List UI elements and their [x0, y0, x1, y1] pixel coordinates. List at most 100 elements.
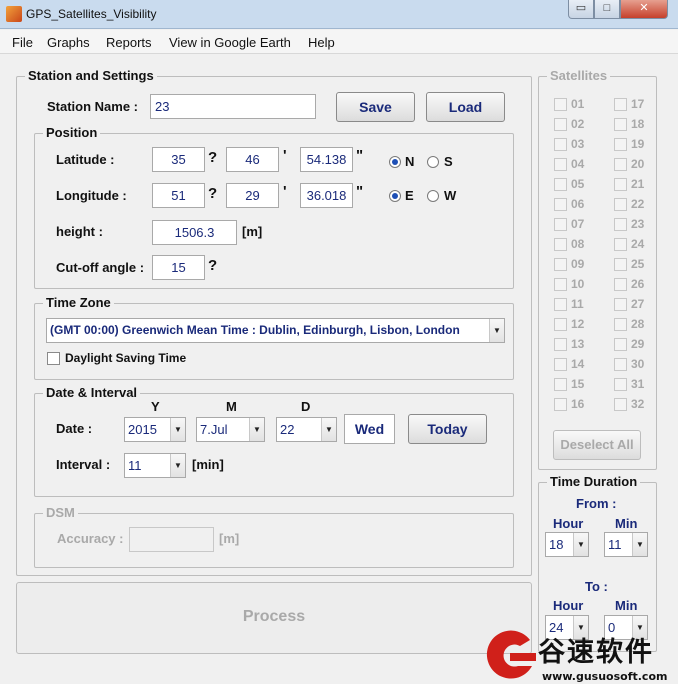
chevron-down-icon: ▼ — [249, 418, 264, 441]
title-bar: GPS_Satellites_Visibility ▭ □ ✕ — [0, 0, 678, 29]
satellite-checkbox-22[interactable] — [614, 198, 627, 211]
logo-g-icon — [486, 630, 536, 679]
latitude-seconds-input[interactable]: 54.138 — [300, 147, 353, 172]
menu-view-google-earth[interactable]: View in Google Earth — [169, 35, 291, 50]
satellite-checkbox-16[interactable] — [554, 398, 567, 411]
satellite-checkbox-19[interactable] — [614, 138, 627, 151]
menu-graphs[interactable]: Graphs — [47, 35, 90, 50]
satellite-label-22: 22 — [631, 197, 645, 211]
satellite-checkbox-28[interactable] — [614, 318, 627, 331]
chevron-down-icon: ▼ — [489, 319, 504, 342]
load-button[interactable]: Load — [426, 92, 505, 122]
maximize-button[interactable]: □ — [594, 0, 620, 19]
chevron-down-icon: ▼ — [573, 533, 588, 556]
satellite-checkbox-02[interactable] — [554, 118, 567, 131]
latitude-minutes-input[interactable]: 46 — [226, 147, 279, 172]
satellite-label-26: 26 — [631, 277, 645, 291]
satellite-checkbox-08[interactable] — [554, 238, 567, 251]
longitude-seconds-input[interactable]: 36.018 — [300, 183, 353, 208]
save-button[interactable]: Save — [336, 92, 415, 122]
close-button[interactable]: ✕ — [620, 0, 668, 19]
month-value: 7.Jul — [200, 422, 228, 437]
satellite-checkbox-11[interactable] — [554, 298, 567, 311]
satellite-checkbox-31[interactable] — [614, 378, 627, 391]
day-value: 22 — [280, 422, 295, 437]
longitude-minutes-input[interactable]: 29 — [226, 183, 279, 208]
time-zone-select[interactable]: (GMT 00:00) Greenwich Mean Time : Dublin… — [46, 318, 505, 343]
latitude-degrees-input[interactable]: 35 — [152, 147, 205, 172]
process-label: Process — [242, 608, 306, 625]
satellite-checkbox-03[interactable] — [554, 138, 567, 151]
satellite-checkbox-18[interactable] — [614, 118, 627, 131]
date-label: Date : — [56, 421, 93, 436]
satellite-checkbox-25[interactable] — [614, 258, 627, 271]
day-select[interactable]: 22 ▼ — [276, 417, 337, 442]
north-radio[interactable] — [389, 156, 401, 168]
satellite-checkbox-32[interactable] — [614, 398, 627, 411]
satellite-checkbox-20[interactable] — [614, 158, 627, 171]
from-min-select[interactable]: 11 ▼ — [604, 532, 648, 557]
satellite-checkbox-30[interactable] — [614, 358, 627, 371]
satellite-label-29: 29 — [631, 337, 645, 351]
satellite-checkbox-09[interactable] — [554, 258, 567, 271]
menu-reports[interactable]: Reports — [106, 35, 152, 50]
satellite-label-23: 23 — [631, 217, 645, 231]
west-radio[interactable] — [427, 190, 439, 202]
deselect-all-button[interactable]: Deselect All — [553, 430, 641, 460]
south-radio[interactable] — [427, 156, 439, 168]
north-label: N — [405, 154, 415, 169]
satellite-label-01: 01 — [571, 97, 585, 111]
menu-file[interactable]: File — [12, 35, 33, 50]
satellite-checkbox-17[interactable] — [614, 98, 627, 111]
satellite-label-13: 13 — [571, 337, 585, 351]
from-min-value: 11 — [608, 537, 622, 552]
height-input[interactable]: 1506.3 — [152, 220, 237, 245]
menu-help[interactable]: Help — [308, 35, 335, 50]
satellite-checkbox-23[interactable] — [614, 218, 627, 231]
interval-select[interactable]: 11 ▼ — [124, 453, 186, 478]
minimize-button[interactable]: ▭ — [568, 0, 594, 19]
satellite-checkbox-15[interactable] — [554, 378, 567, 391]
satellite-checkbox-14[interactable] — [554, 358, 567, 371]
satellite-checkbox-13[interactable] — [554, 338, 567, 351]
satellite-checkbox-29[interactable] — [614, 338, 627, 351]
accuracy-input[interactable] — [129, 527, 214, 552]
chevron-down-icon: ▼ — [321, 418, 336, 441]
time-duration-legend: Time Duration — [547, 474, 641, 489]
date-interval-group: Date & Interval — [34, 385, 514, 497]
menu-bar: File Graphs Reports View in Google Earth… — [0, 30, 678, 54]
chevron-down-icon: ▼ — [170, 454, 185, 477]
satellite-label-20: 20 — [631, 157, 645, 171]
degree-symbol: ? — [208, 149, 218, 166]
satellite-checkbox-06[interactable] — [554, 198, 567, 211]
process-button[interactable]: Process — [16, 582, 532, 654]
satellite-checkbox-24[interactable] — [614, 238, 627, 251]
satellite-checkbox-26[interactable] — [614, 278, 627, 291]
date-interval-legend: Date & Interval — [43, 385, 141, 400]
height-label: height : — [56, 224, 103, 239]
station-name-input[interactable]: 23 — [150, 94, 316, 119]
from-hour-header: Hour — [553, 516, 584, 531]
from-min-header: Min — [615, 516, 638, 531]
satellite-checkbox-07[interactable] — [554, 218, 567, 231]
satellite-checkbox-04[interactable] — [554, 158, 567, 171]
satellite-label-12: 12 — [571, 317, 585, 331]
longitude-degrees-input[interactable]: 51 — [152, 183, 205, 208]
today-button[interactable]: Today — [408, 414, 487, 444]
east-radio[interactable] — [389, 190, 401, 202]
daylight-saving-checkbox[interactable] — [47, 352, 60, 365]
cutoff-angle-input[interactable]: 15 — [152, 255, 205, 280]
month-select[interactable]: 7.Jul ▼ — [196, 417, 265, 442]
year-select[interactable]: 2015 ▼ — [124, 417, 186, 442]
satellite-checkbox-10[interactable] — [554, 278, 567, 291]
satellite-checkbox-01[interactable] — [554, 98, 567, 111]
to-min-header: Min — [615, 598, 638, 613]
satellite-label-21: 21 — [631, 177, 645, 191]
second-symbol: " — [356, 147, 364, 164]
satellite-checkbox-05[interactable] — [554, 178, 567, 191]
satellite-checkbox-21[interactable] — [614, 178, 627, 191]
satellite-checkbox-12[interactable] — [554, 318, 567, 331]
east-label: E — [405, 188, 414, 203]
satellite-checkbox-27[interactable] — [614, 298, 627, 311]
from-hour-select[interactable]: 18 ▼ — [545, 532, 589, 557]
